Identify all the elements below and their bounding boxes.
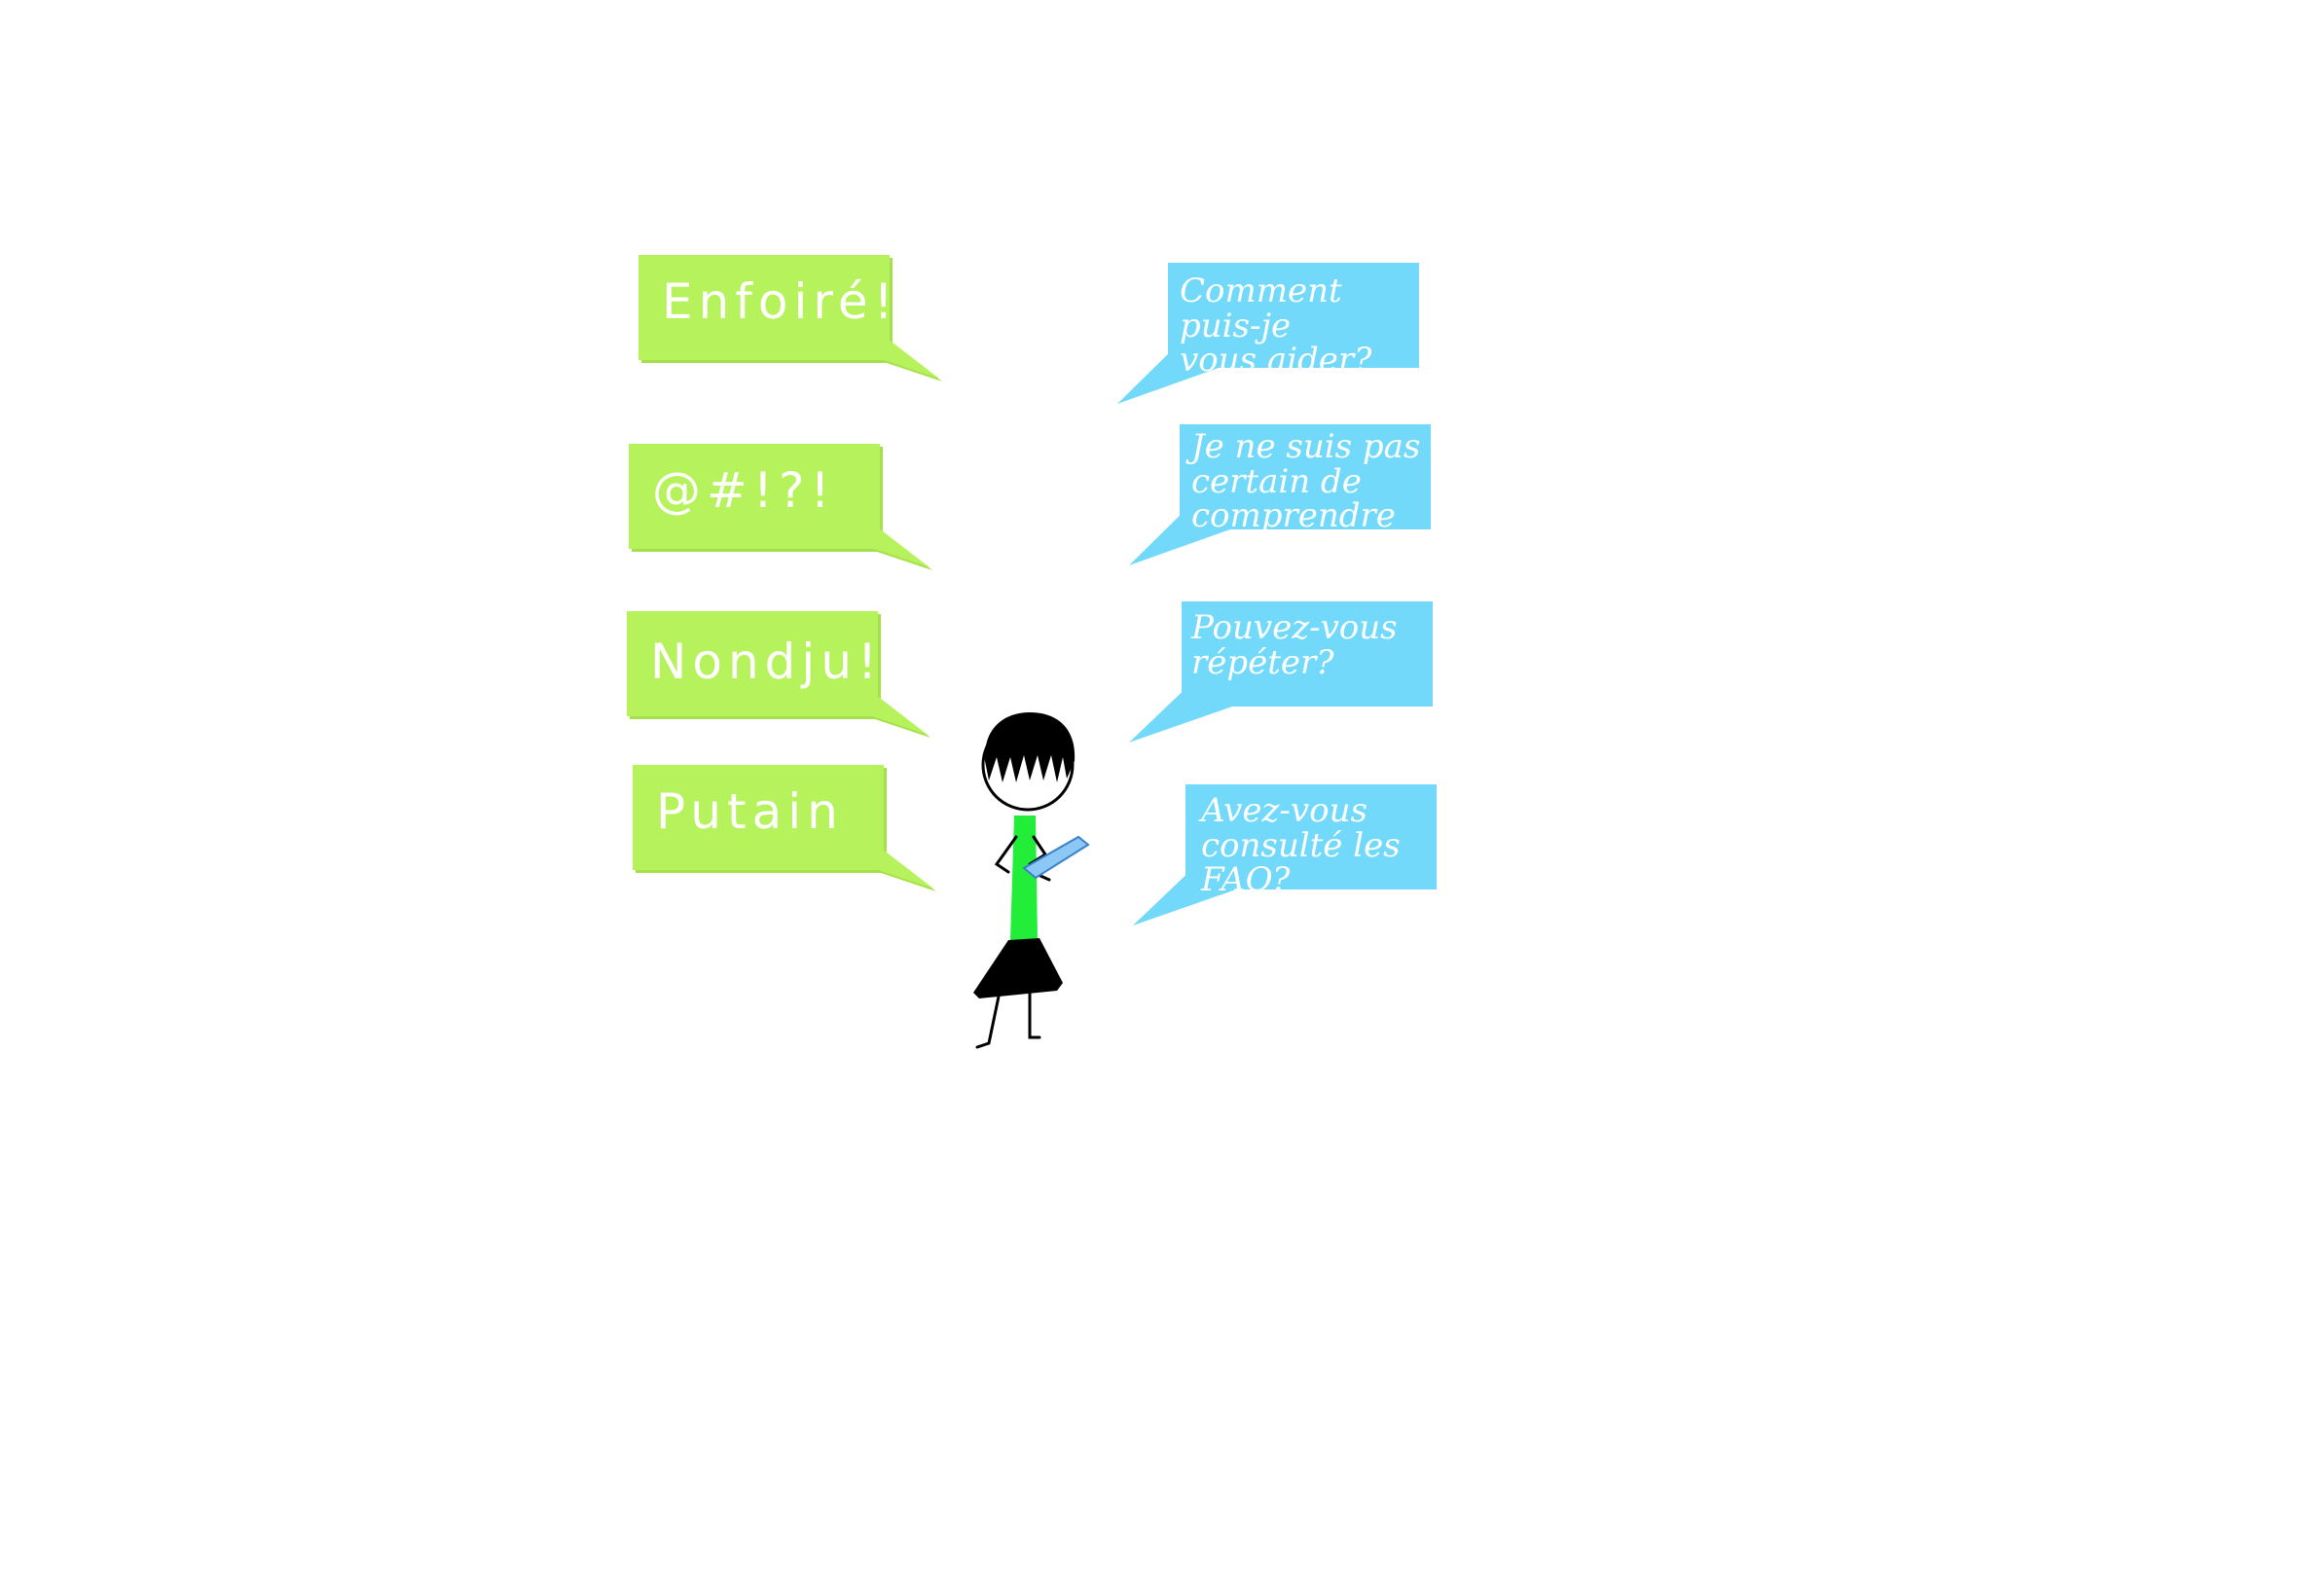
insult-bubble-2: @#!?! — [629, 444, 940, 580]
person-with-tablet-icon — [915, 701, 1148, 1070]
insult-bubble-3: Nondju! — [627, 611, 938, 747]
reply-bubble-4: Avez-vous consulté les FAQ? — [1133, 784, 1444, 930]
reply-bubble-2: Je ne suis pas certain de comprendre — [1129, 424, 1440, 570]
stick-figure-drawing — [973, 712, 1090, 1049]
reply-bubble-3: Pouvez-vous répéter? — [1129, 601, 1440, 747]
reply-bubble-1: Comment puis-je vous aider? — [1117, 263, 1429, 409]
insult-bubble-1: Enfoiré! — [638, 255, 950, 391]
reply-text: Comment puis-je vous aider? — [1180, 272, 1372, 381]
reply-text: Je ne suis pas certain de comprendre — [1191, 427, 1421, 536]
insult-text: Enfoiré! — [662, 273, 899, 330]
reply-text: Avez-vous consulté les FAQ? — [1201, 791, 1401, 900]
insult-bubble-4: Putain — [633, 765, 944, 901]
insult-text: Nondju! — [650, 634, 884, 690]
insult-text: @#!?! — [652, 462, 836, 519]
illustration-scene: Enfoiré! @#!?! Nondju! Putain Comment pu… — [0, 0, 2297, 1596]
insult-text: Putain — [656, 783, 844, 840]
reply-text: Pouvez-vous répéter? — [1191, 608, 1398, 682]
